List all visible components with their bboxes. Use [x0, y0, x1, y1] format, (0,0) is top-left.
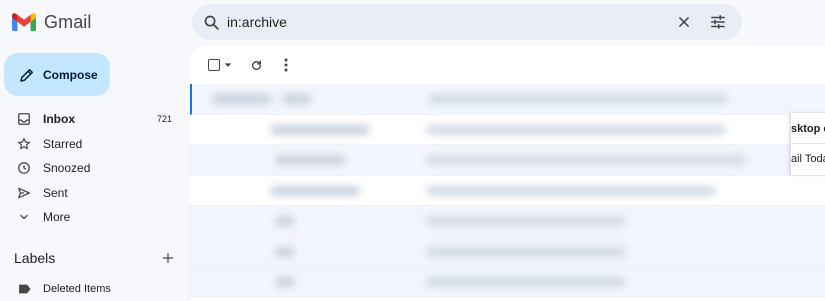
compose-button[interactable]: Compose [4, 53, 110, 96]
list-item[interactable] [190, 236, 825, 267]
sidebar-item-label: Inbox [43, 112, 75, 127]
clock-icon [17, 161, 31, 175]
peek-divider [791, 143, 825, 144]
list-item[interactable] [190, 84, 825, 115]
list-item[interactable] [190, 206, 825, 237]
label-item-deleted-items[interactable]: Deleted Items [0, 279, 184, 299]
tune-icon[interactable] [702, 6, 734, 38]
star-icon [17, 137, 31, 151]
list-item[interactable] [190, 267, 825, 298]
checkbox-icon[interactable] [208, 59, 220, 71]
sidebar-item-label: Starred [43, 136, 83, 151]
dropdown-arrow-icon[interactable] [224, 61, 232, 69]
more-vert-icon[interactable] [274, 53, 298, 77]
sidebar-item-inbox[interactable]: Inbox 721 [0, 107, 184, 132]
app-name: Gmail [44, 11, 92, 32]
labels-title: Labels [14, 250, 56, 266]
sidebar-item-label: Snoozed [43, 161, 91, 176]
sidebar-item-more[interactable]: More [0, 205, 184, 230]
inbox-count: 721 [156, 114, 172, 125]
select-all-control[interactable] [202, 53, 238, 77]
inbox-icon [17, 112, 31, 126]
compose-label: Compose [43, 67, 98, 82]
send-icon [17, 186, 31, 200]
side-peek-panel[interactable]: sktop c ail Toda [790, 113, 825, 175]
sidebar-item-label: Sent [43, 185, 68, 200]
search-bar[interactable] [192, 4, 742, 40]
sidebar-item-label: More [43, 210, 71, 225]
labels-header: Labels [14, 250, 176, 266]
peek-line-1: sktop c [791, 123, 825, 135]
sidebar-nav: Inbox 721 Starred Snoozed Sent More [0, 107, 184, 230]
peek-line-2: ail Toda [791, 153, 825, 165]
sidebar-item-starred[interactable]: Starred [0, 132, 184, 157]
close-icon[interactable] [668, 6, 700, 38]
list-item[interactable] [190, 175, 825, 206]
refresh-icon[interactable] [244, 53, 268, 77]
search-input[interactable] [227, 7, 668, 37]
gmail-logo-icon [12, 13, 36, 31]
plus-icon[interactable] [160, 250, 176, 266]
gmail-brand[interactable]: Gmail [12, 10, 92, 34]
list-toolbar [190, 46, 825, 84]
search-icon[interactable] [195, 6, 227, 38]
mail-list-panel [190, 46, 825, 301]
sidebar-item-sent[interactable]: Sent [0, 181, 184, 206]
list-item[interactable] [190, 145, 825, 176]
chevron-down-icon [17, 210, 31, 224]
label-name: Deleted Items [43, 283, 111, 295]
pencil-icon [20, 68, 33, 82]
sidebar-item-snoozed[interactable]: Snoozed [0, 156, 184, 181]
message-list [190, 84, 825, 298]
label-icon [17, 282, 31, 296]
list-item[interactable] [190, 114, 825, 145]
